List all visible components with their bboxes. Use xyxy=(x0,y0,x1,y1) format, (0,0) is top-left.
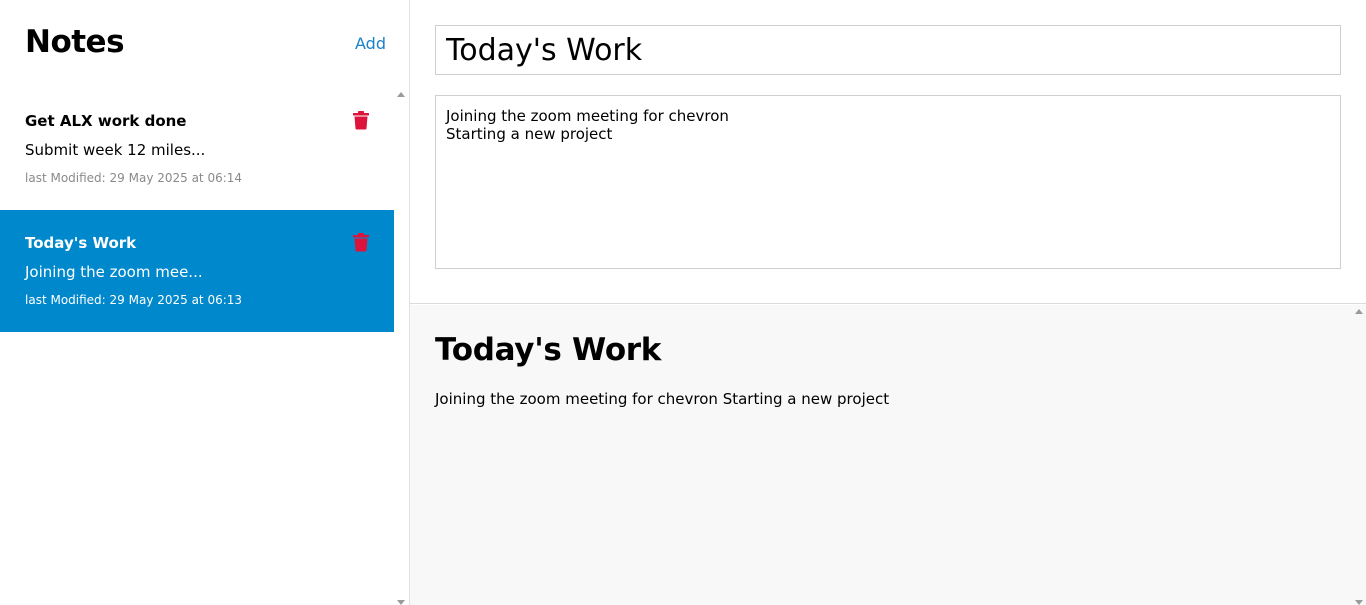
sidebar-scrollbar[interactable] xyxy=(394,88,409,605)
add-note-button[interactable]: Add xyxy=(355,34,386,53)
preview-title: Today's Work xyxy=(435,332,662,368)
note-item-preview: Submit week 12 miles... xyxy=(25,141,206,159)
note-body-textarea[interactable]: Joining the zoom meeting for chevron Sta… xyxy=(435,95,1341,269)
note-preview-pane: Today's Work Joining the zoom meeting fo… xyxy=(410,305,1366,605)
note-list-item[interactable]: Today's Work Joining the zoom mee... las… xyxy=(0,210,394,332)
note-item-modified: last Modified: 29 May 2025 at 06:14 xyxy=(25,171,243,185)
app: Notes Add Get ALX work done Submit week … xyxy=(0,0,1366,605)
sidebar: Notes Add Get ALX work done Submit week … xyxy=(0,0,410,605)
note-item-modified: last Modified: 29 May 2025 at 06:13 xyxy=(25,293,243,307)
note-item-title: Get ALX work done xyxy=(25,112,187,130)
sidebar-title: Notes xyxy=(25,24,125,60)
note-item-title: Today's Work xyxy=(25,234,137,252)
note-title-input[interactable] xyxy=(435,25,1341,75)
scroll-up-arrow-icon[interactable] xyxy=(397,92,405,97)
scroll-down-arrow-icon[interactable] xyxy=(1355,600,1363,605)
note-editor: Joining the zoom meeting for chevron Sta… xyxy=(410,0,1366,304)
preview-scrollbar[interactable] xyxy=(1351,305,1366,605)
note-item-preview: Joining the zoom mee... xyxy=(25,263,203,281)
scroll-up-arrow-icon[interactable] xyxy=(1355,309,1363,314)
note-list-item[interactable]: Get ALX work done Submit week 12 miles..… xyxy=(0,88,394,210)
sidebar-header: Notes Add xyxy=(0,0,394,90)
trash-icon[interactable] xyxy=(352,232,370,252)
note-list: Get ALX work done Submit week 12 miles..… xyxy=(0,88,394,332)
preview-body: Joining the zoom meeting for chevron Sta… xyxy=(435,390,890,408)
main-panel: Joining the zoom meeting for chevron Sta… xyxy=(410,0,1366,605)
scroll-down-arrow-icon[interactable] xyxy=(397,600,405,605)
trash-icon[interactable] xyxy=(352,110,370,130)
